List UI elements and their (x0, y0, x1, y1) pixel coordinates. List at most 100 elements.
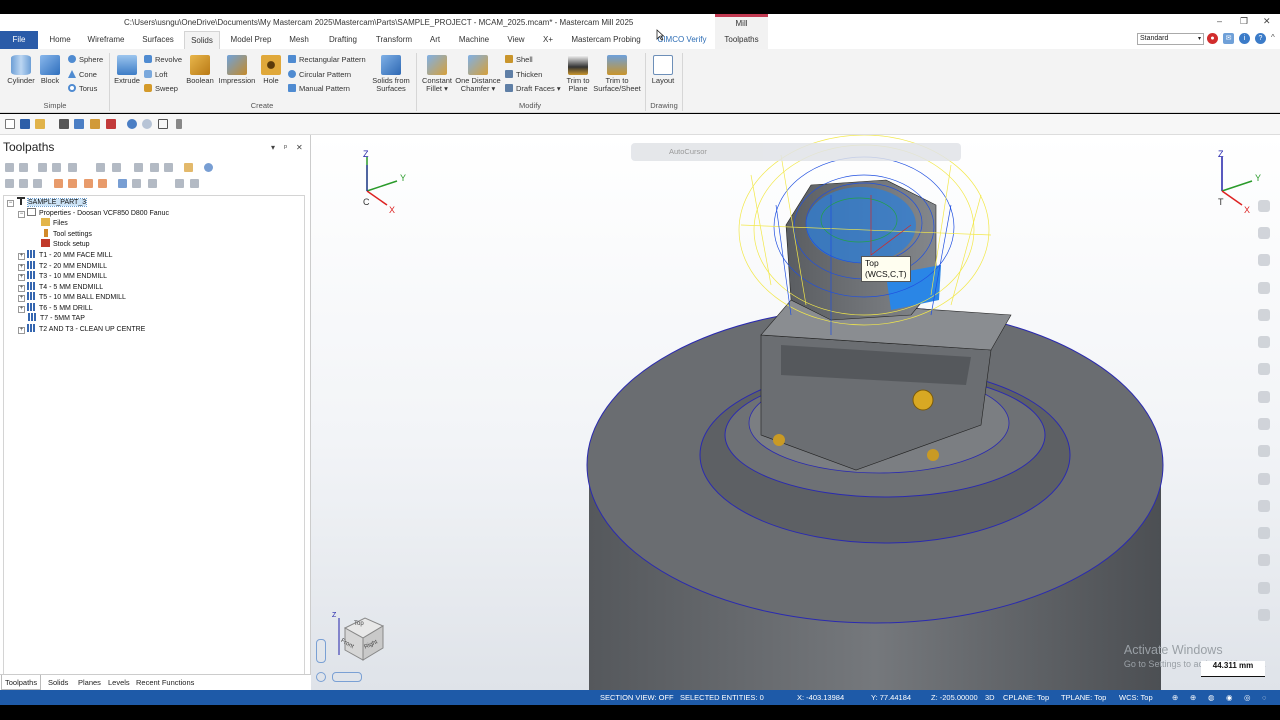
torus-button[interactable]: Torus (68, 84, 97, 93)
globe-icon[interactable]: ⊕ (1172, 693, 1178, 702)
shade-globe-icon[interactable]: ◍ (1208, 693, 1215, 702)
simulate-icon[interactable] (112, 163, 121, 172)
tab-solids[interactable]: Solids (184, 31, 220, 49)
collapse-icon[interactable]: − (7, 200, 14, 207)
tree-op[interactable]: + T5 - 10 MM BALL ENDMILL (18, 292, 126, 303)
section-view-status[interactable]: SECTION VIEW: OFF (600, 693, 674, 702)
one-distance-chamfer-button[interactable]: One Distance Chamfer ▾ (455, 55, 501, 93)
customize-qat-icon[interactable] (176, 119, 182, 129)
shaded-icon[interactable] (1258, 391, 1270, 403)
selected-entities-status[interactable]: SELECTED ENTITIES: 0 (680, 693, 764, 702)
block-button[interactable]: Block (38, 55, 62, 85)
rotate-icon[interactable] (1258, 282, 1270, 294)
sweep-button[interactable]: Sweep (144, 84, 178, 93)
tab-view[interactable]: View (502, 31, 530, 49)
draft-faces-button[interactable]: Draft Faces ▾ (505, 84, 561, 93)
color-icon[interactable] (1258, 445, 1270, 457)
hole-button[interactable]: Hole (259, 55, 283, 85)
save-icon[interactable] (20, 119, 30, 129)
select-invalid-ops-icon[interactable] (19, 163, 28, 172)
scroll-to-arrow-icon[interactable] (98, 179, 107, 188)
select-all-ops-icon[interactable] (5, 163, 14, 172)
tab-x-plus[interactable]: X+ (538, 31, 558, 49)
trim-to-plane-button[interactable]: Trim to Plane (564, 55, 592, 93)
minimize-button[interactable]: – (1217, 16, 1222, 26)
merge-icon[interactable] (90, 119, 100, 129)
circular-pattern-button[interactable]: Circular Pattern (288, 70, 351, 79)
cube-view-icon[interactable] (158, 119, 168, 129)
expand-icon[interactable] (190, 179, 199, 188)
backplot-icon[interactable] (68, 163, 77, 172)
extrude-button[interactable]: Extrude (113, 55, 141, 85)
toolpath-color-icon[interactable] (1258, 473, 1270, 485)
backface-icon[interactable]: ◎ (1244, 693, 1251, 702)
mode-3d-toggle[interactable]: 3D (985, 693, 995, 702)
solids-from-surfaces-button[interactable]: Solids from Surfaces (369, 55, 413, 93)
panel-tab-recent-functions[interactable]: Recent Functions (133, 675, 197, 690)
isometric-icon[interactable] (1258, 309, 1270, 321)
clear-icon[interactable] (1258, 609, 1270, 621)
expand-icon[interactable]: + (18, 274, 25, 281)
layout-button[interactable]: Layout (650, 55, 676, 85)
wireframe-globe-icon[interactable]: ⊕ (1190, 693, 1196, 702)
shell-button[interactable]: Shell (505, 55, 533, 64)
panel-close-button[interactable]: ✕ (296, 143, 303, 152)
collapse-icon[interactable]: − (18, 211, 25, 218)
expand-icon[interactable]: + (18, 285, 25, 292)
undo-icon[interactable] (127, 119, 137, 129)
panel-tab-levels[interactable]: Levels (105, 675, 133, 690)
toggle-post-icon[interactable] (33, 179, 42, 188)
tplane-status[interactable]: TPLANE: Top (1061, 693, 1106, 702)
tab-wireframe[interactable]: Wireframe (84, 31, 128, 49)
tab-file[interactable]: File (0, 31, 38, 49)
settings-icon[interactable] (1258, 582, 1270, 594)
view-rotate-arrows-icon[interactable] (316, 639, 326, 663)
graphics-viewport[interactable]: AutoCursor Top (WCS,C,T) Z Y X C Z Y X T… (311, 135, 1280, 690)
view-pan-arrows-icon[interactable] (332, 672, 362, 682)
highfeed-icon[interactable] (164, 163, 173, 172)
cplane-status[interactable]: CPLANE: Top (1003, 693, 1049, 702)
rectangular-pattern-button[interactable]: Rectangular Pattern (288, 55, 366, 64)
fit-icon[interactable] (1258, 254, 1270, 266)
tree-op[interactable]: + T3 - 10 MM ENDMILL (18, 271, 107, 282)
sphere-button[interactable]: Sphere (68, 55, 103, 64)
panel-autohide-button[interactable]: ᵖ (284, 143, 287, 152)
tab-transform[interactable]: Transform (372, 31, 416, 49)
expand-icon[interactable]: + (18, 306, 25, 313)
tree-op[interactable]: + T1 - 20 MM FACE MILL (18, 250, 113, 261)
boolean-button[interactable]: Boolean (185, 55, 215, 85)
tab-model-prep[interactable]: Model Prep (226, 31, 276, 49)
style-select[interactable]: Standard ▾ (1137, 33, 1204, 45)
panel-tab-planes[interactable]: Planes (75, 675, 104, 690)
hidden-line-icon[interactable]: ◌ (1262, 693, 1266, 702)
redo-icon[interactable] (142, 119, 152, 129)
move-up-icon[interactable] (68, 179, 77, 188)
toolpath-help-icon[interactable] (204, 163, 213, 172)
panel-tab-solids[interactable]: Solids (45, 675, 71, 690)
thicken-button[interactable]: Thicken (505, 70, 542, 79)
help-icon[interactable]: ? (1255, 33, 1266, 44)
stop-icon[interactable]: ● (1207, 33, 1218, 44)
material-icon[interactable] (1258, 418, 1270, 430)
loft-button[interactable]: Loft (144, 70, 168, 79)
print-icon[interactable] (59, 119, 69, 129)
toggle-display-icon[interactable] (19, 179, 28, 188)
zoom-in-icon[interactable] (1258, 200, 1270, 212)
filter-icon[interactable] (148, 179, 157, 188)
gcode-icon[interactable] (150, 163, 159, 172)
regen-selected-icon[interactable] (38, 163, 47, 172)
tab-toolpaths[interactable]: Toolpaths (715, 31, 768, 49)
tree-files[interactable]: Files (41, 218, 68, 229)
close-window-button[interactable]: ✕ (1263, 16, 1271, 27)
wcs-status[interactable]: WCS: Top (1119, 693, 1153, 702)
trim-to-surface-button[interactable]: Trim to Surface/Sheet (592, 55, 642, 93)
measure-icon[interactable] (1258, 527, 1270, 539)
chat-icon[interactable]: ✉ (1223, 33, 1234, 44)
sort-icon[interactable] (175, 179, 184, 188)
cone-button[interactable]: Cone (68, 70, 97, 79)
move-down-icon[interactable] (54, 179, 63, 188)
save-as-icon[interactable] (74, 119, 84, 129)
analyze-icon[interactable] (1258, 500, 1270, 512)
tree-stock-setup[interactable]: Stock setup (41, 239, 90, 250)
insert-arrow-icon[interactable] (84, 179, 93, 188)
